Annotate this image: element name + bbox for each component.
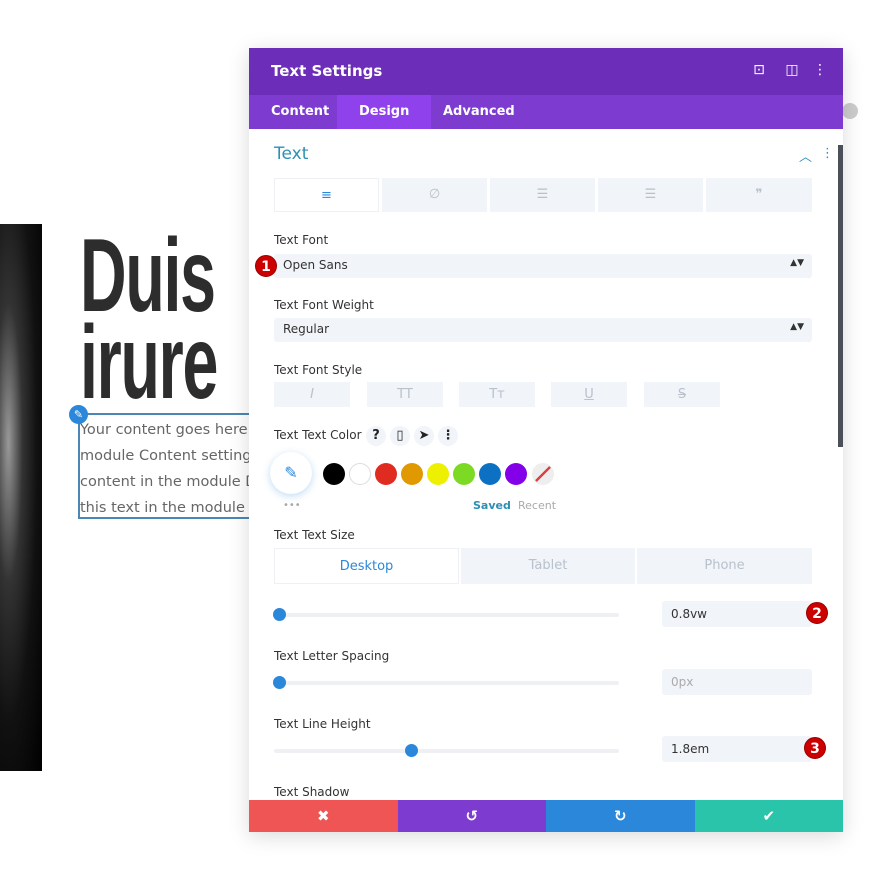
font-label: Text Font (274, 233, 329, 247)
color-swatch[interactable] (453, 463, 475, 485)
slider-knob[interactable] (273, 608, 286, 621)
step-badge: 2 (806, 602, 828, 624)
color-swatch[interactable] (479, 463, 501, 485)
step-badge: 3 (804, 737, 826, 759)
size-input[interactable]: 0.8vw (662, 601, 812, 627)
weight-label: Text Font Weight (274, 298, 374, 312)
slider-knob[interactable] (404, 744, 418, 757)
strikethrough-button[interactable]: S (644, 382, 720, 407)
italic-button[interactable]: I (274, 382, 350, 407)
device-tablet-tab[interactable]: Tablet (461, 548, 635, 584)
redo-button[interactable]: ↻ (546, 800, 695, 832)
more-colors-icon[interactable]: ••• (283, 500, 301, 511)
color-swatch[interactable] (427, 463, 449, 485)
settings-panel: Text Settings ⊡ ◫ ⋮ Content Design Advan… (249, 48, 843, 832)
tab-design[interactable]: Design (337, 95, 432, 129)
body-line: content in the module Design settings an… (80, 474, 276, 490)
recent-tab[interactable]: Recent (518, 499, 556, 512)
shadow-label: Text Shadow (274, 785, 350, 799)
hover-cursor-icon[interactable]: ➤ (414, 426, 434, 446)
clear-color-swatch[interactable] (532, 463, 554, 485)
collapse-chevron-icon[interactable]: ︿ (799, 146, 812, 165)
smallcaps-button[interactable]: Tт (459, 382, 535, 407)
heading-line-2: irure (80, 305, 218, 421)
device-desktop-tab[interactable]: Desktop (274, 548, 459, 584)
responsive-phone-icon[interactable]: ▯ (390, 426, 410, 446)
background-photo (0, 224, 42, 771)
save-button[interactable]: ✔ (694, 800, 843, 832)
spacing-slider[interactable] (273, 676, 619, 689)
step-badge: 1 (255, 255, 277, 277)
line-height-label: Text Line Height (274, 717, 371, 731)
text-module[interactable]: Your content goes here. Edit or remove t… (78, 413, 278, 519)
color-label: Text Text Color (274, 428, 362, 442)
spacing-input[interactable]: 0px (662, 669, 812, 695)
split-view-icon[interactable]: ◫ (783, 62, 801, 78)
section-title: Text (274, 144, 309, 164)
body-line: this text in the module Advanced setting… (80, 500, 276, 516)
eyedropper-icon[interactable]: ✎ (270, 452, 312, 494)
bulleted-list-icon[interactable]: ☰ (490, 178, 595, 212)
font-value: Open Sans (283, 258, 348, 272)
size-label: Text Text Size (274, 528, 355, 542)
scrollbar[interactable] (838, 145, 843, 447)
slider-knob[interactable] (273, 676, 286, 689)
cancel-button[interactable]: ✖ (249, 800, 398, 832)
undo-button[interactable]: ↺ (397, 800, 546, 832)
panel-title: Text Settings (271, 62, 383, 80)
edit-pencil-icon[interactable]: ✎ (69, 405, 88, 424)
color-swatch[interactable] (375, 463, 397, 485)
panel-header: Text Settings ⊡ ◫ ⋮ (249, 48, 843, 95)
link-icon[interactable]: ∅ (382, 178, 487, 212)
select-arrow-icon: ▲▼ (790, 322, 804, 332)
align-left-icon[interactable]: ≡ (274, 178, 379, 212)
color-swatch[interactable] (323, 463, 345, 485)
weight-value: Regular (283, 322, 330, 336)
color-swatch[interactable] (349, 463, 371, 485)
panel-tabs: Content Design Advanced (249, 95, 843, 129)
section-more-icon[interactable]: ⋮ (821, 146, 834, 161)
panel-footer: ✖ ↺ ↻ ✔ (249, 800, 843, 832)
spacing-label: Text Letter Spacing (274, 649, 390, 663)
close-module-icon[interactable] (842, 103, 858, 119)
saved-tab[interactable]: Saved (473, 499, 511, 512)
more-icon[interactable]: ⋮ (811, 62, 829, 78)
numbered-list-icon[interactable]: ☰ (598, 178, 703, 212)
size-slider[interactable] (273, 608, 619, 621)
uppercase-button[interactable]: TT (367, 382, 443, 407)
underline-button[interactable]: U (551, 382, 627, 407)
font-select[interactable]: Open Sans ▲▼ (274, 254, 812, 278)
body-line: module Content settings. You can also st… (80, 448, 276, 464)
device-phone-tab[interactable]: Phone (637, 548, 812, 584)
quote-icon[interactable]: ❞ (706, 178, 812, 212)
weight-select[interactable]: Regular ▲▼ (274, 318, 812, 342)
color-more-icon[interactable]: ⋮ (438, 426, 458, 446)
select-arrow-icon: ▲▼ (790, 258, 804, 268)
body-line: Your content goes here. Edit or remove t… (80, 422, 276, 438)
tab-advanced[interactable]: Advanced (421, 95, 537, 129)
tab-content[interactable]: Content (249, 95, 351, 129)
line-height-slider[interactable] (274, 744, 619, 757)
style-label: Text Font Style (274, 363, 363, 377)
expand-icon[interactable]: ⊡ (750, 62, 768, 78)
color-swatch[interactable] (401, 463, 423, 485)
help-icon[interactable]: ? (366, 426, 386, 446)
line-height-input[interactable]: 1.8em (662, 736, 812, 762)
color-swatch[interactable] (505, 463, 527, 485)
